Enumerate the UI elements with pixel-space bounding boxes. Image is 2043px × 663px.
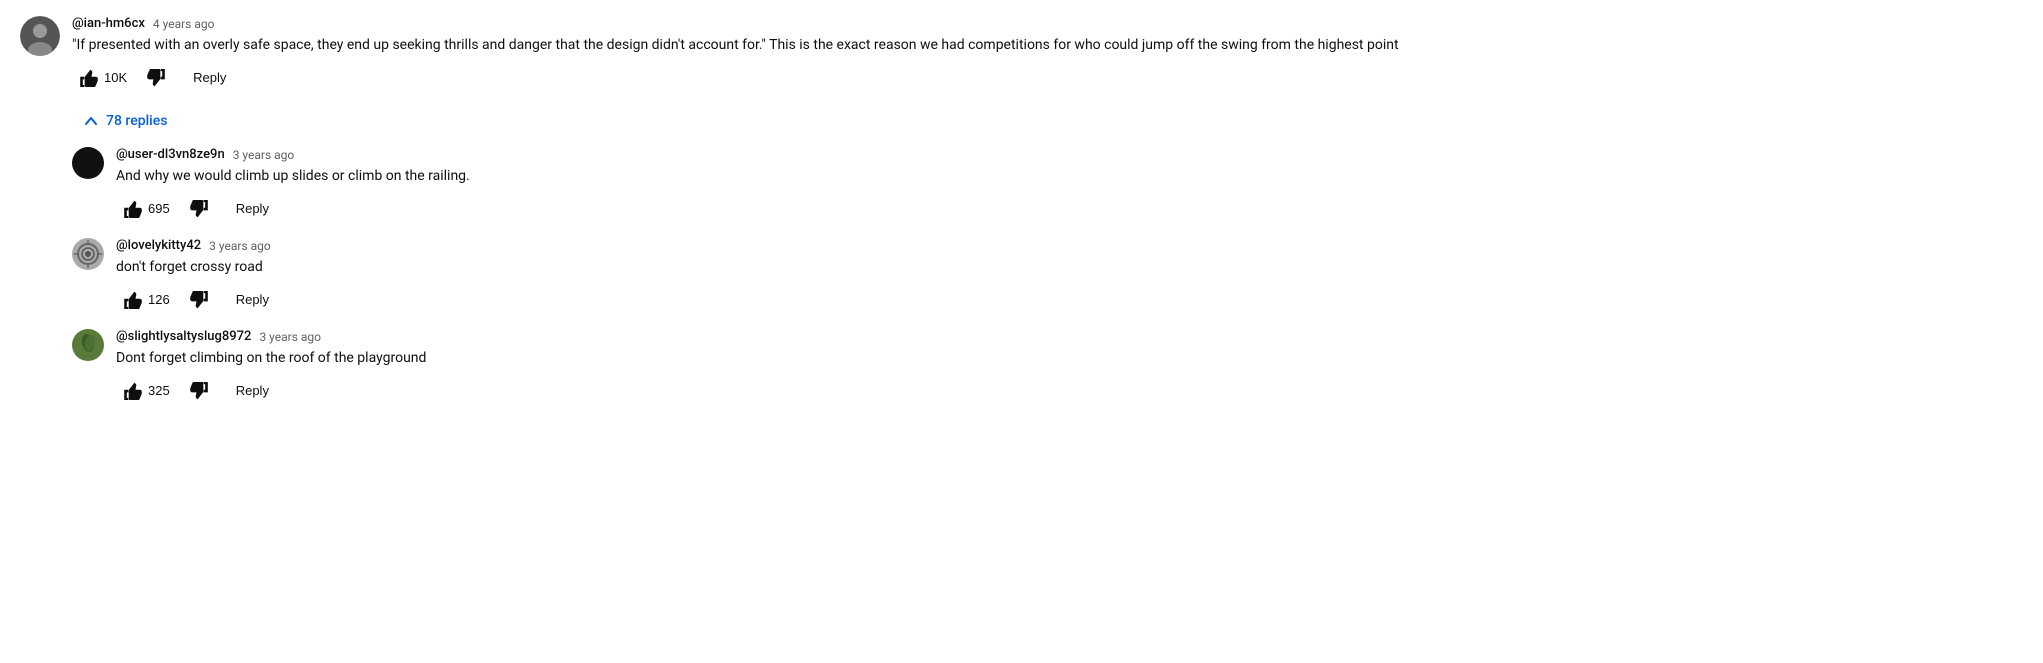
main-comment-body: @ian-hm6cx 4 years ago "If presented wit… <box>72 16 1520 91</box>
reply-avatar-1 <box>72 238 104 270</box>
main-thumbs-up-button[interactable]: 10K <box>72 65 135 91</box>
reply-avatar-2 <box>72 329 104 361</box>
reply-text-0: And why we would climb up slides or clim… <box>116 166 1520 187</box>
reply-like-count-2: 325 <box>148 383 170 398</box>
reply-comment-1: @lovelykitty42 3 years ago don't forget … <box>72 238 1520 313</box>
thumbs-up-icon <box>80 69 98 87</box>
thumbs-down-icon-0 <box>190 200 208 218</box>
main-comment-timestamp: 4 years ago <box>153 17 215 31</box>
main-thumbs-down-button[interactable] <box>139 65 173 91</box>
reply-actions-1: 126 Reply <box>116 286 1520 313</box>
thumbs-down-icon <box>147 69 165 87</box>
main-like-count: 10K <box>104 70 127 85</box>
reply-header-2: @slightlysaltyslug8972 3 years ago <box>116 329 1520 344</box>
reply-thumbs-down-0[interactable] <box>182 196 216 222</box>
main-comment-username: @ian-hm6cx <box>72 16 145 31</box>
main-comment-actions: 10K Reply <box>72 64 1520 91</box>
reply-username-2: @slightlysaltyslug8972 <box>116 329 251 344</box>
thumbs-up-icon-2 <box>124 382 142 400</box>
reply-text-1: don't forget crossy road <box>116 257 1520 278</box>
reply-thumbs-up-2[interactable]: 325 <box>116 378 178 404</box>
reply-username-1: @lovelykitty42 <box>116 238 201 253</box>
reply-thumbs-down-2[interactable] <box>182 378 216 404</box>
replies-container: @user-dl3vn8ze9n 3 years ago And why we … <box>72 147 1520 404</box>
chevron-up-icon <box>84 114 98 128</box>
replies-toggle[interactable]: 78 replies <box>72 107 179 135</box>
reply-thumbs-up-0[interactable]: 695 <box>116 196 178 222</box>
reply-like-count-1: 126 <box>148 292 170 307</box>
thumbs-up-icon-0 <box>124 200 142 218</box>
thumbs-up-icon-1 <box>124 291 142 309</box>
reply-header-1: @lovelykitty42 3 years ago <box>116 238 1520 253</box>
reply-body-1: @lovelykitty42 3 years ago don't forget … <box>116 238 1520 313</box>
replies-count: 78 replies <box>106 113 167 129</box>
main-comment-header: @ian-hm6cx 4 years ago <box>72 16 1520 31</box>
reply-comment-2: @slightlysaltyslug8972 3 years ago Dont … <box>72 329 1520 404</box>
main-comment-avatar <box>20 16 60 56</box>
main-comment: @ian-hm6cx 4 years ago "If presented wit… <box>20 16 1520 91</box>
reply-body-0: @user-dl3vn8ze9n 3 years ago And why we … <box>116 147 1520 222</box>
reply-button-2[interactable]: Reply <box>224 377 281 404</box>
reply-body-2: @slightlysaltyslug8972 3 years ago Dont … <box>116 329 1520 404</box>
thumbs-down-icon-2 <box>190 382 208 400</box>
reply-avatar-0 <box>72 147 104 179</box>
main-comment-text: "If presented with an overly safe space,… <box>72 35 1520 56</box>
reply-like-count-0: 695 <box>148 201 170 216</box>
reply-timestamp-0: 3 years ago <box>233 148 295 162</box>
reply-button-0[interactable]: Reply <box>224 195 281 222</box>
reply-button-1[interactable]: Reply <box>224 286 281 313</box>
reply-timestamp-2: 3 years ago <box>259 330 321 344</box>
reply-thumbs-down-1[interactable] <box>182 287 216 313</box>
thumbs-down-icon-1 <box>190 291 208 309</box>
reply-username-0: @user-dl3vn8ze9n <box>116 147 225 162</box>
reply-comment-0: @user-dl3vn8ze9n 3 years ago And why we … <box>72 147 1520 222</box>
reply-actions-0: 695 Reply <box>116 195 1520 222</box>
comment-section: @ian-hm6cx 4 years ago "If presented wit… <box>20 16 1520 404</box>
reply-actions-2: 325 Reply <box>116 377 1520 404</box>
main-reply-button[interactable]: Reply <box>181 64 238 91</box>
reply-text-2: Dont forget climbing on the roof of the … <box>116 348 1520 369</box>
reply-header-0: @user-dl3vn8ze9n 3 years ago <box>116 147 1520 162</box>
reply-timestamp-1: 3 years ago <box>209 239 271 253</box>
reply-thumbs-up-1[interactable]: 126 <box>116 287 178 313</box>
